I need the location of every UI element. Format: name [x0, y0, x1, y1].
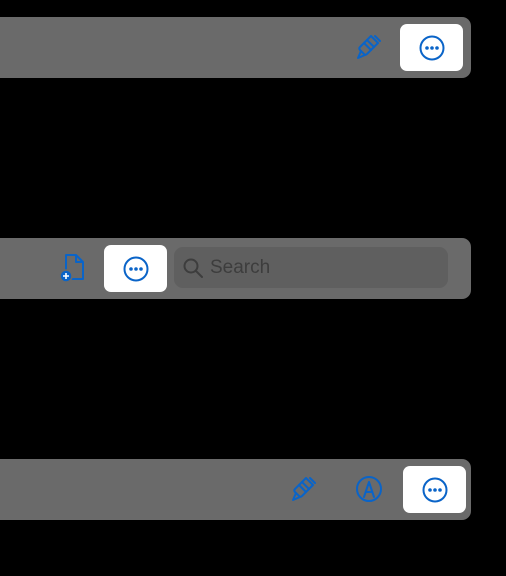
paintbrush-icon	[289, 474, 319, 504]
search-field[interactable]	[174, 247, 448, 288]
new-document-button[interactable]	[52, 248, 92, 288]
toolbar-bottom	[0, 459, 471, 520]
toolbar-top	[0, 17, 471, 78]
screenshot-canvas	[0, 0, 506, 576]
more-button[interactable]	[104, 245, 167, 292]
more-button[interactable]	[400, 24, 463, 71]
more-ellipsis-icon	[421, 476, 449, 504]
toolbar-middle	[0, 238, 471, 299]
more-ellipsis-icon	[418, 34, 446, 62]
markup-button[interactable]	[349, 469, 389, 509]
new-document-icon	[57, 252, 87, 284]
more-button[interactable]	[403, 466, 466, 513]
more-ellipsis-icon	[122, 255, 150, 283]
search-input[interactable]	[210, 256, 440, 279]
paintbrush-button[interactable]	[284, 469, 324, 509]
paintbrush-button[interactable]	[349, 27, 389, 67]
markup-pen-icon	[354, 474, 384, 504]
search-icon	[182, 257, 204, 279]
paintbrush-icon	[354, 32, 384, 62]
